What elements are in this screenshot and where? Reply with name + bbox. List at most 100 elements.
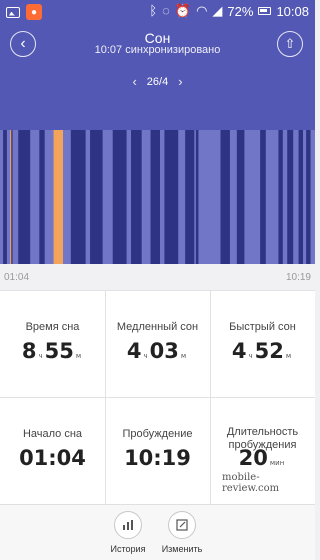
stat-label: Быстрый сон bbox=[229, 321, 296, 333]
stat-value: 8 ч55 м bbox=[0, 339, 105, 363]
sleep-segment-deep bbox=[185, 130, 195, 264]
share-button[interactable]: ⇧ bbox=[277, 31, 303, 57]
sleep-segment-light bbox=[102, 130, 113, 264]
sleep-segment-deep bbox=[164, 130, 179, 264]
bar-chart-icon bbox=[114, 511, 142, 539]
hours-value: 4 bbox=[126, 339, 142, 363]
image-icon bbox=[6, 6, 20, 18]
sleep-segment-deep bbox=[70, 130, 86, 264]
sleep-segment-light bbox=[6, 130, 11, 264]
next-day-button[interactable]: › bbox=[178, 74, 182, 89]
sleep-header: ‹ Сон 10:07 синхронизировано ⇧ ‹ 26/4 › bbox=[0, 24, 315, 264]
battery-icon bbox=[258, 7, 272, 15]
sleep-segment-deep bbox=[3, 130, 7, 264]
timeline-axis: 01:04 10:19 bbox=[0, 264, 315, 290]
sleep-segment-deep bbox=[18, 130, 31, 264]
minutes-unit: м bbox=[285, 352, 292, 360]
sleep-segment-light bbox=[244, 130, 261, 264]
sleep-segment-deep bbox=[287, 130, 294, 264]
stat-label: Время сна bbox=[25, 321, 80, 333]
sleep-segment-light bbox=[126, 130, 132, 264]
share-icon: ⇧ bbox=[284, 36, 296, 51]
minutes-value: 20 bbox=[238, 446, 268, 470]
minutes-unit: м bbox=[75, 352, 82, 360]
sleep-segment-light bbox=[198, 130, 221, 264]
sleep-segment-light bbox=[229, 130, 237, 264]
stat-light-sleep: Медленный сон 4 ч03 м bbox=[105, 291, 210, 398]
history-button[interactable]: История bbox=[98, 511, 158, 554]
sleep-segment-light bbox=[293, 130, 299, 264]
battery-percent: 72% bbox=[227, 3, 254, 19]
minutes-value: 52 bbox=[254, 339, 284, 363]
minutes-value: 55 bbox=[44, 339, 74, 363]
sleep-segment-light bbox=[303, 130, 307, 264]
sleep-segment-light bbox=[282, 130, 288, 264]
sleep-segment-deep bbox=[39, 130, 45, 264]
sleep-stage-chart bbox=[0, 130, 315, 264]
sleep-segment-deep bbox=[112, 130, 127, 264]
sleep-segment-light bbox=[30, 130, 40, 264]
edit-button[interactable]: Изменить bbox=[152, 511, 212, 554]
stat-value: 01:04 bbox=[19, 446, 86, 470]
sleep-segment-light bbox=[0, 130, 4, 264]
history-label: История bbox=[110, 544, 146, 554]
prev-day-button[interactable]: ‹ bbox=[132, 74, 136, 89]
stat-deep-sleep: Быстрый сон 4 ч52 м bbox=[210, 291, 315, 398]
sleep-segment-light bbox=[12, 130, 19, 264]
edit-label: Изменить bbox=[161, 544, 203, 554]
wifi-icon: ◠ bbox=[196, 3, 208, 18]
alarm-icon: ⏰ bbox=[174, 3, 192, 18]
sleep-segment-deep bbox=[306, 130, 311, 264]
sleep-segment-deep bbox=[298, 130, 304, 264]
bluetooth-icon: ᛒ bbox=[149, 3, 158, 18]
sleep-segment-light bbox=[160, 130, 165, 264]
stat-value: 20 мин bbox=[210, 446, 315, 470]
bottom-toolbar: История Изменить bbox=[0, 504, 315, 560]
sleep-segment-deep bbox=[278, 130, 283, 264]
sleep-segment-light bbox=[44, 130, 54, 264]
sleep-segment-deep bbox=[150, 130, 161, 264]
stat-value: 4 ч03 м bbox=[105, 339, 210, 363]
sleep-segment-light bbox=[310, 130, 315, 264]
sleep-segment-deep bbox=[236, 130, 245, 264]
sleep-segment-light bbox=[141, 130, 151, 264]
current-date: 26/4 bbox=[146, 75, 169, 88]
sleep-segment-deep bbox=[131, 130, 142, 264]
status-bar: ● ᛒ ◌ ⏰ ◠ ◢ 72% 10:08 bbox=[0, 0, 315, 24]
watermark: mobile-review.com bbox=[222, 472, 280, 494]
stat-label: Начало сна bbox=[22, 428, 83, 440]
edit-icon bbox=[168, 511, 196, 539]
signal-icon: ◢ bbox=[212, 3, 223, 18]
stat-label: Пробуждение bbox=[122, 428, 193, 440]
date-navigator: ‹ 26/4 › bbox=[0, 74, 315, 89]
sleep-segment-light bbox=[265, 130, 279, 264]
sleep-segment-deep bbox=[260, 130, 266, 264]
sleep-segment-light bbox=[178, 130, 186, 264]
hours-value: 8 bbox=[21, 339, 37, 363]
stat-label: Медленный сон bbox=[116, 321, 199, 333]
stat-value: 10:19 bbox=[124, 446, 191, 470]
sleep-segment-awake bbox=[53, 130, 63, 264]
minutes-unit: м bbox=[180, 352, 187, 360]
hours-unit: ч bbox=[143, 352, 148, 360]
sleep-segment-deep bbox=[220, 130, 230, 264]
sleep-segment-deep bbox=[11, 130, 13, 264]
sleep-segment-deep bbox=[195, 130, 199, 264]
sleep-segment-light bbox=[85, 130, 91, 264]
stat-value: 4 ч52 м bbox=[210, 339, 315, 363]
sleep-segment-deep bbox=[90, 130, 103, 264]
hours-value: 4 bbox=[231, 339, 247, 363]
sync-status: 10:07 синхронизировано bbox=[94, 44, 221, 56]
timeline-end: 10:19 bbox=[285, 272, 311, 283]
sleep-segment-awake bbox=[10, 130, 12, 264]
clock: 10:08 bbox=[276, 3, 309, 19]
stat-sleep-time: Время сна 8 ч55 м bbox=[0, 291, 105, 398]
mute-icon: ◌ bbox=[162, 3, 170, 18]
timeline-start: 01:04 bbox=[4, 272, 30, 283]
app-icon: ● bbox=[26, 4, 42, 20]
sleep-segment-light bbox=[194, 130, 196, 264]
hours-unit: ч bbox=[248, 352, 253, 360]
minutes-unit: мин bbox=[269, 459, 285, 467]
minutes-value: 03 bbox=[149, 339, 179, 363]
stat-sleep-start: Начало сна 01:04 bbox=[0, 398, 105, 505]
